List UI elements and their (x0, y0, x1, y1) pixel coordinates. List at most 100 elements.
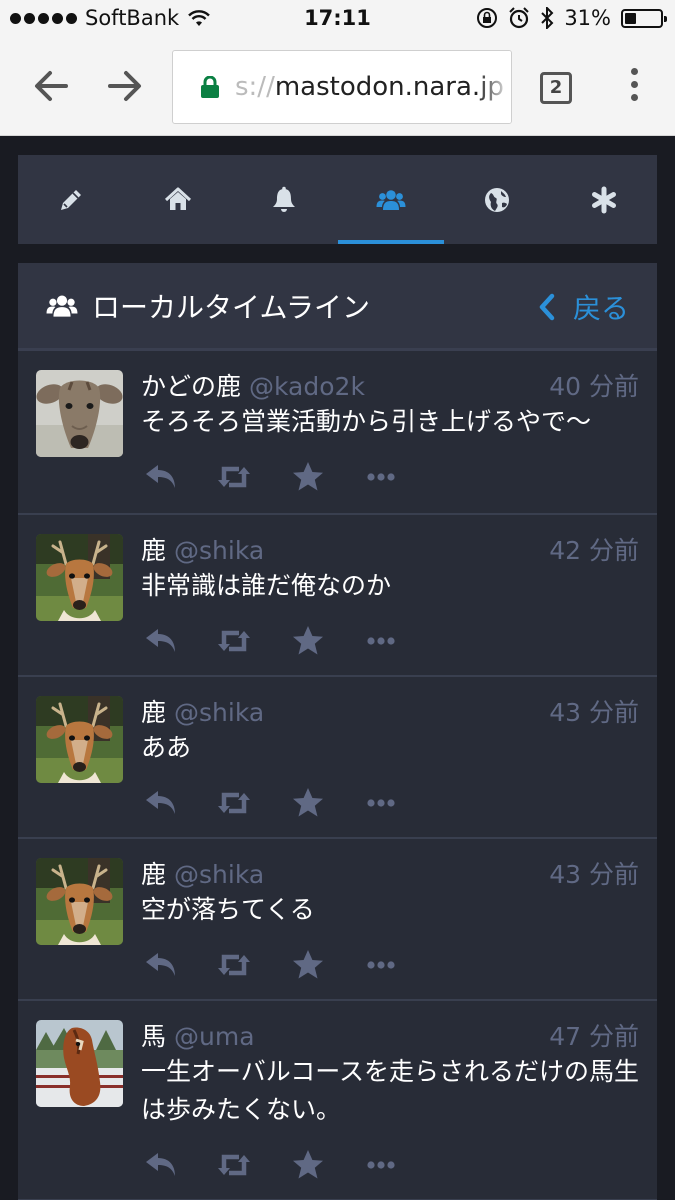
boost-button[interactable] (215, 787, 291, 819)
reply-button[interactable] (143, 625, 215, 657)
account-handle[interactable]: @shika (174, 536, 264, 565)
boost-button[interactable] (215, 949, 291, 981)
reply-button[interactable] (143, 949, 215, 981)
ellipsis-icon (367, 1161, 395, 1169)
relative-timestamp[interactable]: 42 分前 (549, 531, 639, 567)
avatar[interactable] (36, 370, 123, 457)
boost-icon (218, 630, 250, 652)
display-name[interactable]: かどの鹿 (141, 367, 241, 403)
avatar[interactable] (36, 1020, 123, 1107)
tab-compose[interactable] (18, 155, 125, 244)
star-icon (293, 462, 323, 491)
status-actions (143, 949, 407, 981)
account-handle[interactable]: @shika (174, 860, 264, 889)
boost-button[interactable] (215, 1149, 291, 1181)
status-header: 馬 @uma 47 分前 (141, 1017, 639, 1053)
home-icon (164, 187, 191, 210)
status-item[interactable]: 鹿 @shika 43 分前ああ (18, 677, 657, 839)
url-host: mastodon.nara.jp (274, 72, 504, 102)
account-handle[interactable]: @kado2k (249, 372, 365, 401)
reply-icon (146, 953, 175, 976)
display-name[interactable]: 鹿 (141, 531, 166, 567)
asterisk-icon (591, 186, 616, 213)
status-header: かどの鹿 @kado2k 40 分前 (141, 367, 639, 403)
tab-notifications[interactable] (231, 155, 338, 244)
more-button[interactable] (367, 1149, 407, 1181)
display-name[interactable]: 鹿 (141, 693, 166, 729)
mastodon-tab-bar (18, 155, 657, 244)
status-actions (143, 625, 407, 657)
url-scheme: s:// (235, 72, 275, 102)
star-icon (293, 1150, 323, 1179)
avatar[interactable] (36, 696, 123, 783)
ios-status-bar: SoftBank 17:11 31% (0, 0, 675, 38)
reply-icon (146, 465, 175, 488)
more-button[interactable] (367, 949, 407, 981)
battery-percent: 31% (564, 6, 611, 30)
tab-federated-timeline[interactable] (444, 155, 551, 244)
boost-button[interactable] (215, 625, 291, 657)
back-button[interactable]: 戻る (537, 287, 629, 327)
browser-toolbar: s://mastodon.nara.jp 2 (0, 38, 675, 136)
status-item[interactable]: 馬 @uma 47 分前一生オーバルコースを走らされるだけの馬生は歩みたくない。 (18, 1001, 657, 1200)
reply-button[interactable] (143, 461, 215, 493)
back-arrow-icon[interactable] (28, 62, 76, 110)
users-icon (376, 189, 406, 210)
account-handle[interactable]: @shika (174, 698, 264, 727)
users-icon (46, 295, 78, 317)
more-button[interactable] (367, 787, 407, 819)
favourite-button[interactable] (291, 787, 367, 819)
avatar[interactable] (36, 858, 123, 945)
reply-icon (146, 791, 175, 814)
reply-button[interactable] (143, 1149, 215, 1181)
relative-timestamp[interactable]: 47 分前 (549, 1017, 639, 1053)
favourite-button[interactable] (291, 1149, 367, 1181)
tab-getting-started[interactable] (551, 155, 658, 244)
status-content: 一生オーバルコースを走らされるだけの馬生は歩みたくない。 (141, 1057, 640, 1124)
status-header: 鹿 @shika 43 分前 (141, 855, 639, 891)
status-content: ああ (141, 733, 192, 762)
local-timeline-column: ローカルタイムライン 戻る かどの鹿 @kado2k 40 分前 そろそろ営業活動から… (18, 263, 657, 1200)
display-name[interactable]: 馬 (141, 1017, 166, 1053)
pencil-icon (61, 189, 82, 210)
bell-icon (273, 186, 296, 212)
ellipsis-icon (367, 799, 395, 807)
url-text: s://mastodon.nara.jp (235, 72, 504, 102)
reply-button[interactable] (143, 787, 215, 819)
alarm-icon (509, 7, 530, 29)
status-item[interactable]: かどの鹿 @kado2k 40 分前 そろそろ営業活動から引き上げるやで〜 (18, 351, 657, 515)
status-item[interactable]: 鹿 @shika 43 分前 空が落ちてくる (18, 839, 657, 1001)
avatar[interactable] (36, 534, 123, 621)
status-actions (143, 461, 407, 493)
star-icon (293, 626, 323, 655)
boost-button[interactable] (215, 461, 291, 493)
more-button[interactable] (367, 461, 407, 493)
favourite-button[interactable] (291, 949, 367, 981)
favourite-button[interactable] (291, 461, 367, 493)
ellipsis-icon (367, 637, 395, 645)
tab-local-timeline[interactable] (337, 155, 445, 244)
browser-menu-icon[interactable] (626, 68, 642, 108)
reply-icon (146, 629, 175, 652)
column-header: ローカルタイムライン 戻る (18, 263, 657, 351)
account-handle[interactable]: @uma (174, 1022, 255, 1051)
status-list: かどの鹿 @kado2k 40 分前 そろそろ営業活動から引き上げるやで〜鹿 @shik… (18, 351, 657, 1200)
ellipsis-icon (367, 473, 395, 481)
boost-icon (218, 1154, 250, 1176)
status-item[interactable]: 鹿 @shika 42 分前 非常識は誰だ俺なのか (18, 515, 657, 677)
forward-arrow-icon[interactable] (100, 62, 148, 110)
status-actions (143, 787, 407, 819)
boost-icon (218, 954, 250, 976)
relative-timestamp[interactable]: 40 分前 (549, 367, 639, 403)
status-actions (143, 1149, 407, 1181)
favourite-button[interactable] (291, 625, 367, 657)
reply-icon (146, 1153, 175, 1176)
display-name[interactable]: 鹿 (141, 855, 166, 891)
globe-icon (485, 187, 510, 212)
tab-home[interactable] (125, 155, 232, 244)
tab-switcher-button[interactable]: 2 (540, 72, 572, 104)
address-bar[interactable]: s://mastodon.nara.jp (172, 50, 512, 124)
relative-timestamp[interactable]: 43 分前 (549, 693, 639, 729)
relative-timestamp[interactable]: 43 分前 (549, 855, 639, 891)
more-button[interactable] (367, 625, 407, 657)
